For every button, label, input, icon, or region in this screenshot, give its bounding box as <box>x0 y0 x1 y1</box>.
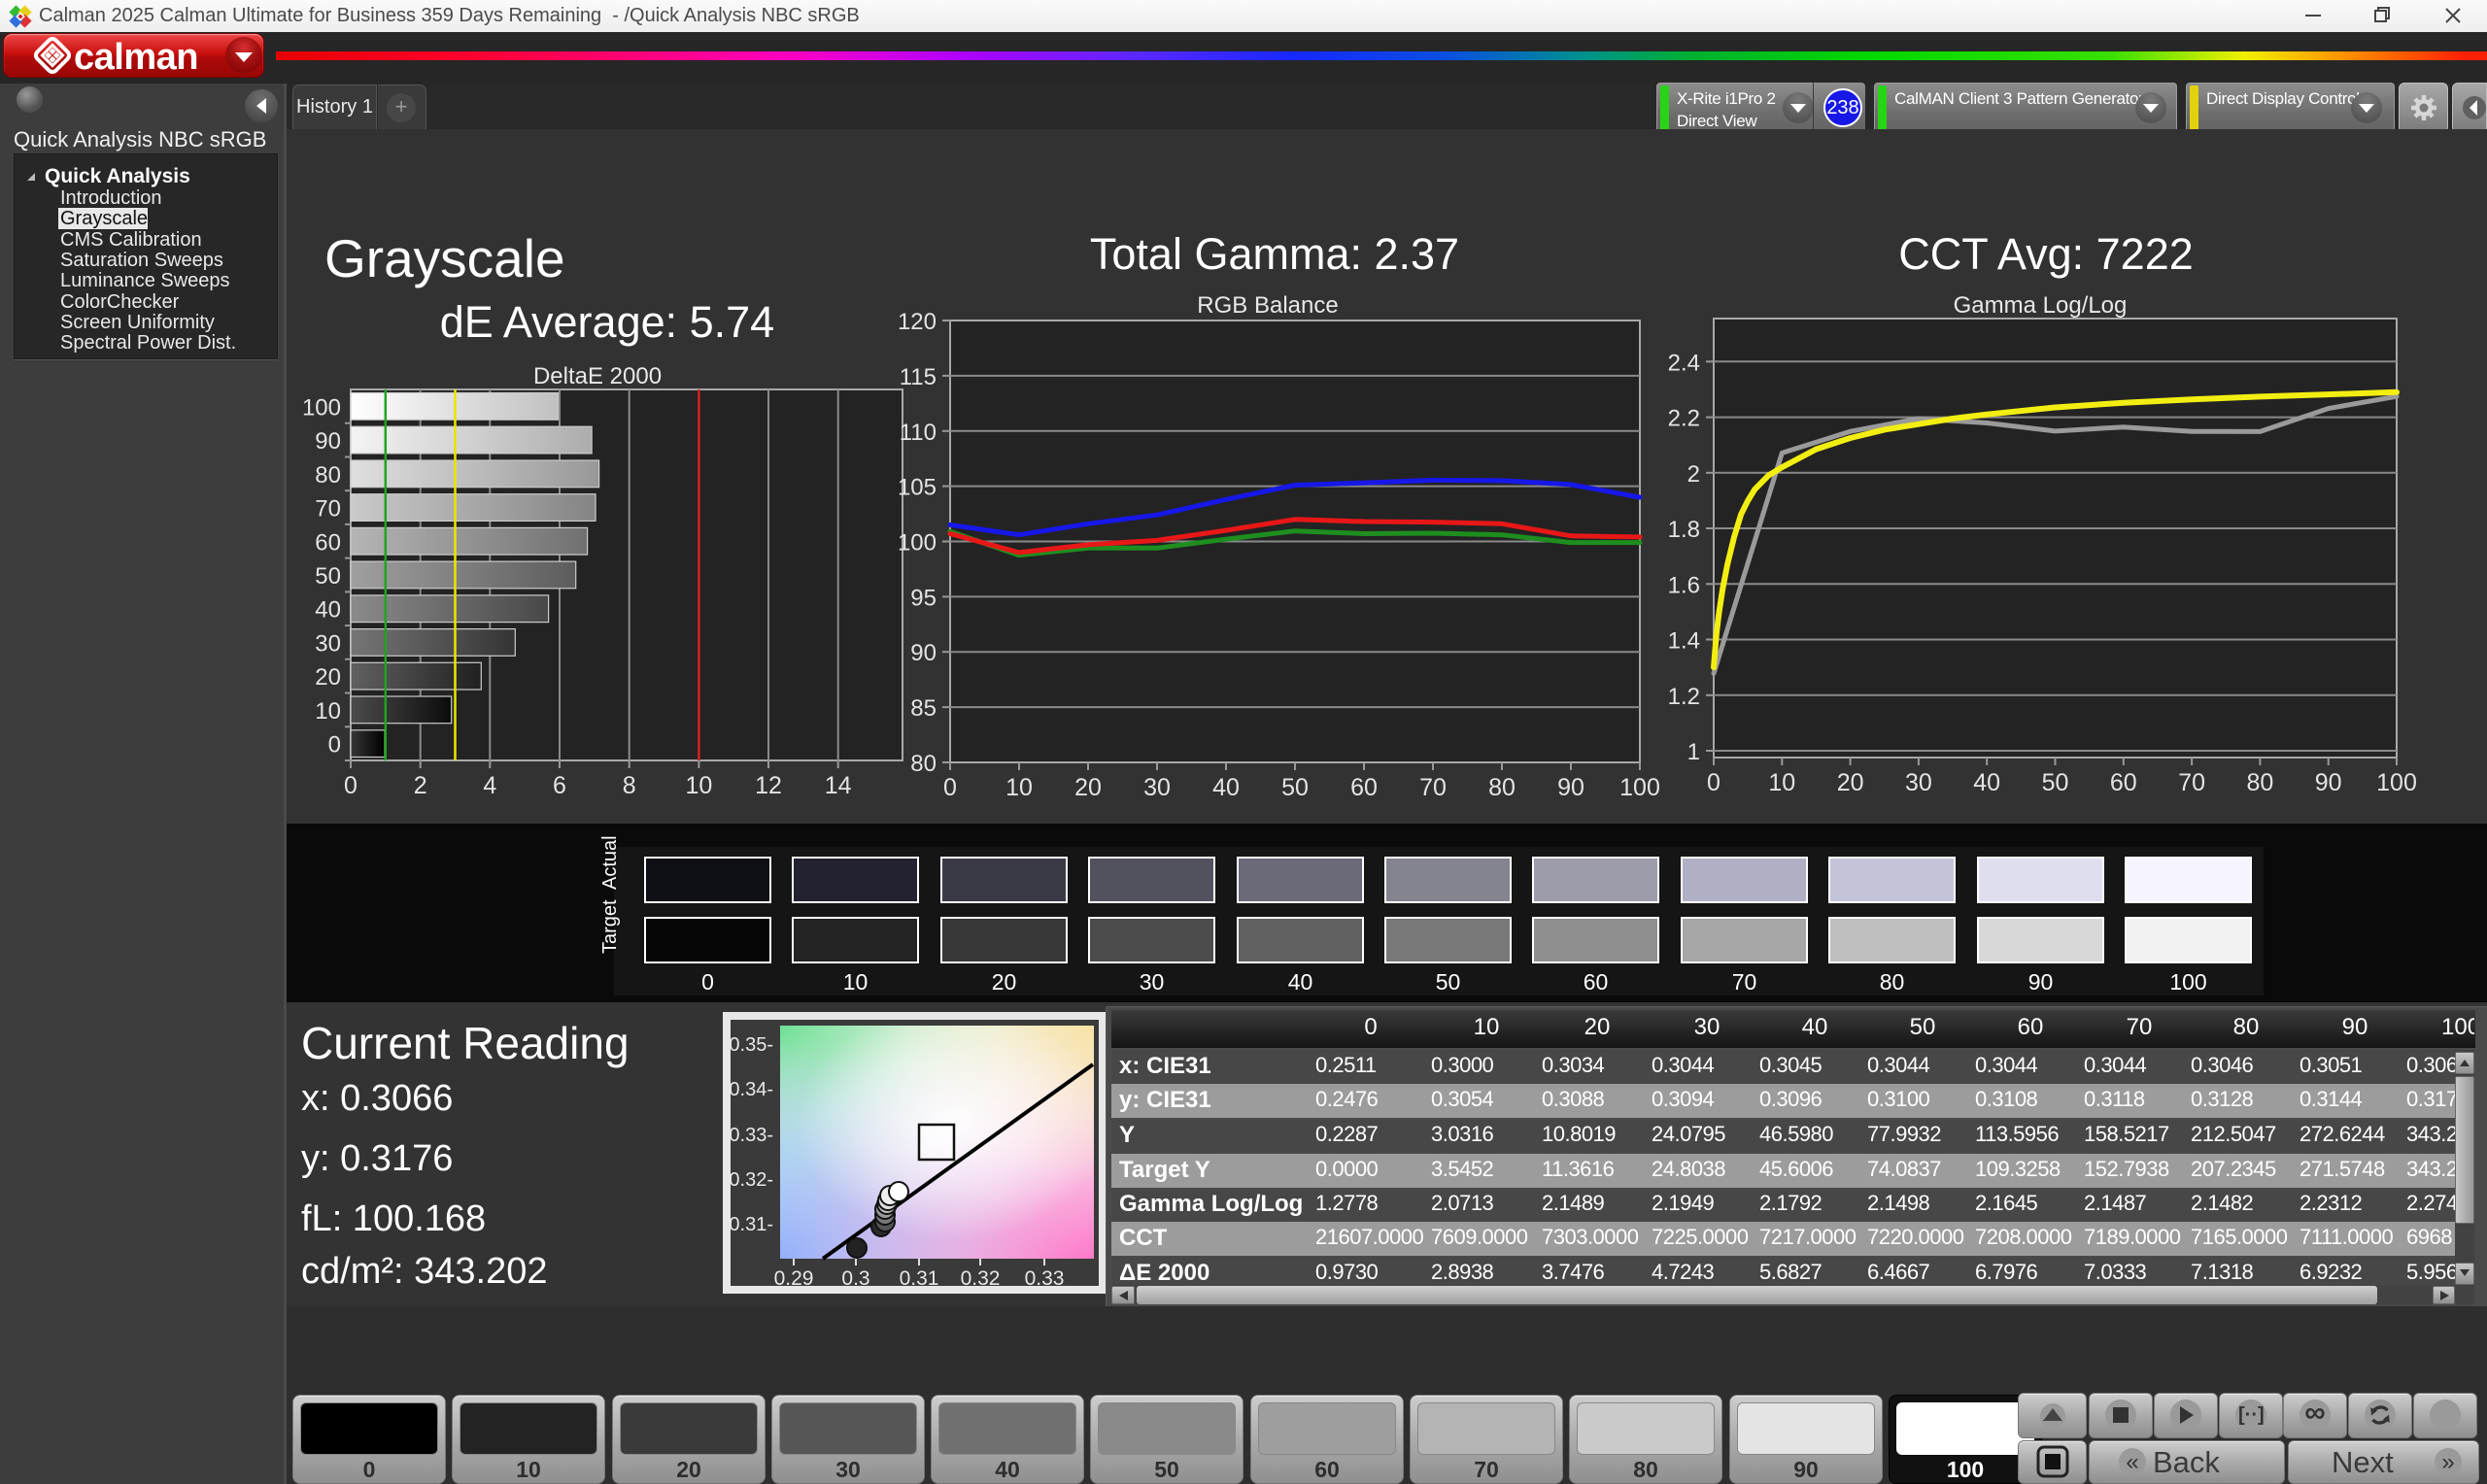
svg-text:80: 80 <box>1488 774 1516 801</box>
svg-text:0.32-: 0.32- <box>729 1169 773 1191</box>
svg-text:70: 70 <box>1419 774 1447 801</box>
svg-text:30: 30 <box>1905 769 1932 796</box>
svg-text:0: 0 <box>1707 769 1720 796</box>
svg-text:10: 10 <box>1005 774 1033 801</box>
svg-text:Gamma Log/Log: Gamma Log/Log <box>1954 292 2128 319</box>
svg-text:1.8: 1.8 <box>1668 517 1700 543</box>
svg-text:0.33-: 0.33- <box>729 1125 773 1146</box>
svg-text:110: 110 <box>900 420 937 446</box>
svg-text:1.6: 1.6 <box>1668 572 1700 598</box>
svg-text:30: 30 <box>1143 774 1171 801</box>
svg-text:CCT Avg: 7222: CCT Avg: 7222 <box>1898 229 2194 279</box>
svg-text:4: 4 <box>483 772 496 799</box>
svg-text:80: 80 <box>2246 769 2273 796</box>
svg-text:0.34-: 0.34- <box>729 1079 773 1100</box>
svg-text:50: 50 <box>1281 774 1309 801</box>
svg-text:30: 30 <box>315 631 341 658</box>
svg-text:0.32: 0.32 <box>961 1267 1001 1290</box>
svg-text:115: 115 <box>900 364 937 390</box>
svg-text:14: 14 <box>825 772 852 799</box>
svg-text:2.2: 2.2 <box>1668 406 1700 432</box>
svg-text:Total Gamma: 2.37: Total Gamma: 2.37 <box>1090 229 1459 279</box>
svg-text:70: 70 <box>315 496 341 523</box>
svg-text:1.4: 1.4 <box>1668 628 1700 655</box>
svg-text:100: 100 <box>898 530 937 556</box>
svg-text:105: 105 <box>898 475 937 501</box>
svg-text:50: 50 <box>2042 769 2069 796</box>
svg-text:10: 10 <box>685 772 712 799</box>
svg-text:DeltaE 2000: DeltaE 2000 <box>533 363 662 389</box>
svg-text:2: 2 <box>414 772 427 799</box>
svg-text:RGB Balance: RGB Balance <box>1197 292 1338 319</box>
svg-text:120: 120 <box>898 309 937 335</box>
svg-text:dE Average: 5.74: dE Average: 5.74 <box>440 297 774 347</box>
svg-text:20: 20 <box>1837 769 1864 796</box>
svg-text:40: 40 <box>1212 774 1240 801</box>
svg-text:80: 80 <box>315 462 341 489</box>
svg-text:50: 50 <box>315 563 341 590</box>
svg-text:100: 100 <box>1619 774 1660 801</box>
svg-text:Grayscale: Grayscale <box>324 228 565 288</box>
svg-text:0.29: 0.29 <box>774 1267 814 1290</box>
svg-text:0.31-: 0.31- <box>729 1214 773 1235</box>
svg-text:0.3: 0.3 <box>841 1267 869 1290</box>
svg-text:100: 100 <box>302 394 341 421</box>
svg-text:40: 40 <box>315 597 341 624</box>
svg-text:60: 60 <box>1350 774 1378 801</box>
svg-text:90: 90 <box>1557 774 1584 801</box>
svg-text:20: 20 <box>315 664 341 691</box>
svg-text:0.33: 0.33 <box>1025 1267 1065 1290</box>
svg-text:40: 40 <box>1973 769 2000 796</box>
svg-text:60: 60 <box>2110 769 2137 796</box>
svg-text:90: 90 <box>315 428 341 455</box>
svg-text:90: 90 <box>2315 769 2342 796</box>
svg-text:100: 100 <box>2376 769 2417 796</box>
svg-text:8: 8 <box>623 772 636 799</box>
svg-text:95: 95 <box>910 585 937 611</box>
svg-text:1.2: 1.2 <box>1668 684 1700 710</box>
svg-text:20: 20 <box>1074 774 1102 801</box>
svg-text:2.4: 2.4 <box>1668 350 1700 376</box>
svg-text:10: 10 <box>1768 769 1795 796</box>
svg-text:10: 10 <box>315 698 341 725</box>
svg-text:0: 0 <box>943 774 957 801</box>
svg-text:70: 70 <box>2178 769 2205 796</box>
svg-text:2: 2 <box>1687 461 1700 488</box>
svg-text:6: 6 <box>553 772 566 799</box>
svg-text:12: 12 <box>755 772 782 799</box>
svg-text:60: 60 <box>315 529 341 556</box>
svg-text:0: 0 <box>344 772 358 799</box>
svg-text:85: 85 <box>910 695 937 722</box>
svg-text:1: 1 <box>1687 739 1700 765</box>
svg-text:90: 90 <box>910 640 937 666</box>
svg-text:0: 0 <box>328 732 341 759</box>
svg-text:80: 80 <box>910 751 937 777</box>
svg-text:«: « <box>2126 1449 2138 1475</box>
svg-text:»: » <box>2441 1449 2454 1475</box>
svg-text:0.31: 0.31 <box>900 1267 939 1290</box>
svg-text:0.35-: 0.35- <box>729 1034 773 1056</box>
